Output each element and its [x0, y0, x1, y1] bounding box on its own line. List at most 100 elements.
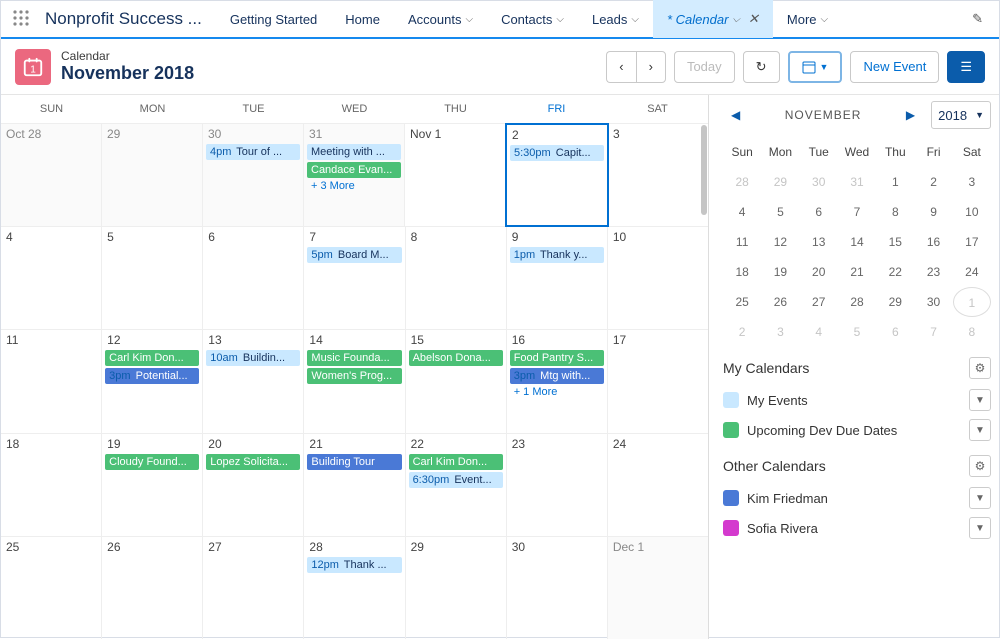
calendar-day[interactable]: 22Carl Kim Don...6:30pm Event... [406, 434, 507, 536]
calendar-day[interactable]: 25:30pm Capit... [505, 123, 609, 227]
calendar-day[interactable]: 2812pm Thank ... [304, 537, 405, 639]
calendar-event[interactable]: 12pm Thank ... [307, 557, 401, 573]
calendar-day[interactable]: 304pm Tour of ... [203, 124, 304, 226]
mini-day[interactable]: 8 [876, 197, 914, 227]
calendar-list-item[interactable]: Upcoming Dev Due Dates▼ [723, 415, 991, 445]
mini-day[interactable]: 19 [761, 257, 799, 287]
mini-day[interactable]: 9 [914, 197, 952, 227]
calendar-day[interactable]: Nov 1 [405, 124, 506, 226]
mini-day[interactable]: 7 [838, 197, 876, 227]
app-launcher-icon[interactable] [1, 10, 41, 29]
mini-day[interactable]: 21 [838, 257, 876, 287]
calendar-event[interactable]: 3pm Mtg with... [510, 368, 604, 384]
mini-day[interactable]: 29 [761, 167, 799, 197]
mini-day[interactable]: 20 [800, 257, 838, 287]
calendar-day[interactable]: 31Meeting with ...Candace Evan...+ 3 Mor… [304, 124, 405, 226]
mini-prev[interactable]: ◀ [723, 108, 748, 122]
other-calendars-gear-icon[interactable]: ⚙ [969, 455, 991, 477]
mini-day[interactable]: 7 [914, 317, 952, 347]
mini-day[interactable]: 15 [876, 227, 914, 257]
calendar-day[interactable]: 21Building Tour [304, 434, 405, 536]
calendar-day[interactable]: 18 [1, 434, 102, 536]
mini-day[interactable]: 12 [761, 227, 799, 257]
calendar-event[interactable]: Carl Kim Don... [105, 350, 199, 366]
calendar-day[interactable]: 4 [1, 227, 102, 329]
calendar-item-menu-icon[interactable]: ▼ [969, 517, 991, 539]
nav-tab[interactable]: Home [331, 0, 394, 38]
calendar-event[interactable]: Candace Evan... [307, 162, 401, 178]
mini-day[interactable]: 27 [800, 287, 838, 317]
mini-day[interactable]: 4 [723, 197, 761, 227]
nav-tab[interactable]: Getting Started [216, 0, 331, 38]
calendar-day[interactable]: 14Music Founda...Women's Prog... [304, 330, 405, 432]
mini-day[interactable]: 11 [723, 227, 761, 257]
calendar-event[interactable]: Food Pantry S... [510, 350, 604, 366]
calendar-day[interactable]: 16Food Pantry S...3pm Mtg with...+ 1 Mor… [507, 330, 608, 432]
calendar-item-menu-icon[interactable]: ▼ [969, 419, 991, 441]
mini-day[interactable]: 10 [953, 197, 991, 227]
nav-tab[interactable]: Contacts⌵ [487, 0, 578, 38]
calendar-event[interactable]: Music Founda... [307, 350, 401, 366]
calendar-event[interactable]: 5pm Board M... [307, 247, 401, 263]
mini-year-select[interactable]: 2018 ▼ [931, 101, 991, 129]
calendar-day[interactable]: 12Carl Kim Don...3pm Potential... [102, 330, 203, 432]
mini-day[interactable]: 1 [953, 287, 991, 317]
today-button[interactable]: Today [674, 51, 735, 83]
mini-day[interactable]: 5 [838, 317, 876, 347]
calendar-event[interactable]: 3pm Potential... [105, 368, 199, 384]
mini-day[interactable]: 4 [800, 317, 838, 347]
next-button[interactable]: › [636, 51, 666, 83]
calendar-day[interactable]: 19Cloudy Found... [102, 434, 203, 536]
calendar-event[interactable]: Cloudy Found... [105, 454, 199, 470]
mini-day[interactable]: 30 [800, 167, 838, 197]
view-picker[interactable]: ▼ [788, 51, 843, 83]
mini-day[interactable]: 28 [723, 167, 761, 197]
mini-day[interactable]: 14 [838, 227, 876, 257]
mini-day[interactable]: 3 [953, 167, 991, 197]
nav-tab[interactable]: More⌵ [773, 0, 842, 38]
calendar-day[interactable]: 30 [507, 537, 608, 639]
mini-day[interactable]: 8 [953, 317, 991, 347]
calendar-list-item[interactable]: Sofia Rivera▼ [723, 513, 991, 543]
calendar-day[interactable]: 25 [1, 537, 102, 639]
mini-day[interactable]: 28 [838, 287, 876, 317]
calendar-event[interactable]: 6:30pm Event... [409, 472, 503, 488]
mini-day[interactable]: 17 [953, 227, 991, 257]
calendar-event[interactable]: 1pm Thank y... [510, 247, 604, 263]
more-events-link[interactable]: + 3 More [307, 178, 401, 194]
mini-day[interactable]: 2 [723, 317, 761, 347]
calendar-event[interactable]: Building Tour [307, 454, 401, 470]
mini-day[interactable]: 5 [761, 197, 799, 227]
calendar-day[interactable]: 5 [102, 227, 203, 329]
calendar-event[interactable]: Women's Prog... [307, 368, 401, 384]
mini-day[interactable]: 13 [800, 227, 838, 257]
calendar-day[interactable]: 91pm Thank y... [507, 227, 608, 329]
calendar-event[interactable]: 4pm Tour of ... [206, 144, 300, 160]
calendar-day[interactable]: 75pm Board M... [304, 227, 405, 329]
calendar-day[interactable]: 29 [406, 537, 507, 639]
mini-day[interactable]: 2 [914, 167, 952, 197]
mini-day[interactable]: 6 [800, 197, 838, 227]
mini-day[interactable]: 18 [723, 257, 761, 287]
mini-day[interactable]: 26 [761, 287, 799, 317]
calendar-day[interactable]: Dec 1 [608, 537, 708, 639]
mini-next[interactable]: ▶ [898, 108, 923, 122]
calendar-list-item[interactable]: My Events▼ [723, 385, 991, 415]
calendar-item-menu-icon[interactable]: ▼ [969, 389, 991, 411]
my-calendars-gear-icon[interactable]: ⚙ [969, 357, 991, 379]
mini-day[interactable]: 23 [914, 257, 952, 287]
new-event-button[interactable]: New Event [850, 51, 939, 83]
mini-day[interactable]: 31 [838, 167, 876, 197]
mini-day[interactable]: 25 [723, 287, 761, 317]
calendar-day[interactable]: 6 [203, 227, 304, 329]
mini-day[interactable]: 29 [876, 287, 914, 317]
calendar-day[interactable]: 20Lopez Solicita... [203, 434, 304, 536]
calendar-day[interactable]: Oct 28 [1, 124, 102, 226]
calendar-event[interactable]: Meeting with ... [307, 144, 401, 160]
calendar-item-menu-icon[interactable]: ▼ [969, 487, 991, 509]
calendar-day[interactable]: 17 [608, 330, 708, 432]
calendar-event[interactable]: Abelson Dona... [409, 350, 503, 366]
more-events-link[interactable]: + 1 More [510, 384, 604, 400]
calendar-day[interactable]: 1310am Buildin... [203, 330, 304, 432]
prev-button[interactable]: ‹ [606, 51, 635, 83]
